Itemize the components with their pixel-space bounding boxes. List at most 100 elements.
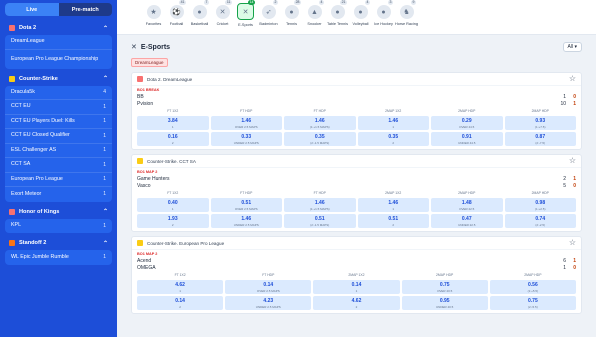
odds-button[interactable]: 0.98 (1:+2.5) <box>504 198 576 212</box>
odds-button[interactable]: 0.35 2 <box>357 132 429 146</box>
team-name: BB <box>137 93 144 100</box>
team-map-score: 1 <box>573 100 576 107</box>
section-header: ✕ E-Sports All ▾ <box>117 38 596 56</box>
odds-button[interactable]: 0.47 UNDER 22.5 <box>431 214 503 228</box>
sidebar-item-label: CCT EU Players Duel: Kills <box>11 117 75 124</box>
sidebar-item[interactable]: WL Epic Jumble Rumble 1 <box>5 250 112 265</box>
sidebar-item[interactable]: European Pro League 1 <box>5 173 112 187</box>
odds-button[interactable]: 1.46 1 <box>357 198 429 212</box>
sport-badminton[interactable]: ➶ 2 Badminton <box>257 0 280 26</box>
odds-button[interactable]: 1.93 2 <box>137 214 209 228</box>
team-row: Acend 6 1 <box>137 257 576 264</box>
sport-football[interactable]: ⚽ 41 Football <box>165 0 188 26</box>
odds-header: FT 1X2 <box>167 191 179 195</box>
odds-button[interactable]: 0.33 UNDER 2.5 MAPS <box>210 132 282 146</box>
odds-value: 4.62 <box>351 297 362 304</box>
odds-button[interactable]: 0.51 OVER 2.5 MAPS <box>210 198 282 212</box>
odds-button[interactable]: 4.62 1 <box>137 280 224 294</box>
odds-button[interactable]: 0.51 (2:-1.5 MAPS) <box>284 214 356 228</box>
chevron-up-icon[interactable]: ⌃ <box>103 25 108 32</box>
star-icon[interactable]: ☆ <box>569 239 576 247</box>
sport-tennis[interactable]: ● 28 Tennis <box>280 0 303 26</box>
odds-button[interactable]: 0.40 1 <box>137 198 209 212</box>
odds-value: 0.91 <box>461 133 472 140</box>
sport-cricket[interactable]: ✕ 11 Cricket <box>211 0 234 26</box>
odds-button[interactable]: 0.87 (2:-7.5) <box>504 132 576 146</box>
odds-button[interactable]: 0.35 (2:-1.5 MAPS) <box>284 132 356 146</box>
odds-value: 1.46 <box>388 117 399 124</box>
league-chip[interactable]: DreamLeague <box>131 57 168 67</box>
odds-value: 0.47 <box>461 215 472 222</box>
sidebar-item-count: 4 <box>103 89 106 96</box>
odds-button[interactable]: 0.75 (2:-5.5) <box>489 296 576 310</box>
odds-button[interactable]: 1.48 OVER 22.5 <box>431 198 503 212</box>
odds-selection: 2 <box>171 140 174 145</box>
sidebar-section-header[interactable]: Honor of Kings ⌃ <box>5 205 112 219</box>
star-icon[interactable]: ☆ <box>569 75 576 83</box>
odds-button[interactable]: 0.95 UNDER 40.5 <box>401 296 488 310</box>
odds-selection: 1 <box>171 206 174 211</box>
sidebar-item[interactable]: KPL 1 <box>5 219 112 234</box>
live-tab[interactable]: Live <box>5 3 59 16</box>
odds-selection: 1 <box>355 288 358 293</box>
chevron-up-icon[interactable]: ⌃ <box>103 208 108 215</box>
odds-button[interactable]: 0.14 OVER 2.5 MAPS <box>225 280 312 294</box>
odds-button[interactable]: 0.74 (2:-2.5) <box>504 214 576 228</box>
prematch-tab[interactable]: Pre-match <box>59 3 113 16</box>
sidebar-item[interactable]: CCT EU Closed Qualifier 1 <box>5 129 112 144</box>
odds-button[interactable]: 4.23 UNDER 2.5 MAPS <box>225 296 312 310</box>
sport-label: Football <box>169 22 184 26</box>
sidebar-section-header[interactable]: Standoff 2 ⌃ <box>5 236 112 250</box>
odds-button[interactable]: 4.62 2 <box>313 296 400 310</box>
sport-snooker[interactable]: ▲ 4 Snooker <box>303 0 326 26</box>
sport-count-badge: 3 <box>388 0 393 5</box>
odds-value: 4.23 <box>263 297 274 304</box>
sidebar-item[interactable]: CCT EU Players Duel: Kills 1 <box>5 115 112 129</box>
sidebar-item[interactable]: ESL Challenger AS 1 <box>5 144 112 158</box>
odds-grid: FT 1X2 FT HDP 2MAP 1X2 2MAP HDP 2MAP HDP 4.62… <box>137 273 576 310</box>
sport-e-sports[interactable]: ✕ 14 E-Sports <box>234 0 257 27</box>
odds-button[interactable]: 0.16 2 <box>137 132 209 146</box>
sport-volleyball[interactable]: ● 4 Volleyball <box>349 0 372 26</box>
odds-button[interactable]: 1.46 (1:+1.5 MAPS) <box>284 198 356 212</box>
sport-table-tennis[interactable]: ● 21 Table Tennis <box>326 0 349 26</box>
sport-ice-hockey[interactable]: ● 3 Ice Hockey <box>372 0 395 26</box>
sidebar-item[interactable]: Dracula5k 4 <box>5 86 112 100</box>
odds-button[interactable]: 0.93 (1:+7.5) <box>504 116 576 130</box>
odds-selection: (1:+1.5 MAPS) <box>309 206 330 211</box>
odds-button[interactable]: 3.84 1 <box>137 116 209 130</box>
sidebar-item[interactable]: European Pro League Championship <box>5 50 112 69</box>
sport-count-badge: 21 <box>340 0 347 5</box>
odds-button[interactable]: 0.14 2 <box>137 296 224 310</box>
odds-header: 2MAP HDP <box>531 191 549 195</box>
odds-value: 3.84 <box>167 117 178 124</box>
filter-dropdown[interactable]: All ▾ <box>562 42 582 52</box>
sidebar-section-header[interactable]: Counter-Strike ⌃ <box>5 72 112 86</box>
odds-grid: FT 1X2 FT HDP FT HDP 2MAP 1X2 2MAP HDP 2MAP H… <box>137 109 576 146</box>
odds-value: 0.35 <box>314 133 325 140</box>
sport-basketball[interactable]: ● 7 Basketball <box>188 0 211 26</box>
odds-button[interactable]: 0.51 2 <box>357 214 429 228</box>
sidebar-item[interactable]: DreamLeague <box>5 35 112 50</box>
sidebar-item[interactable]: CCT EU 1 <box>5 100 112 115</box>
odds-selection: (2:-1.5 MAPS) <box>310 140 330 145</box>
sidebar-item[interactable]: Exort Meteor 1 <box>5 187 112 202</box>
odds-button[interactable]: 0.75 OVER 40.5 <box>401 280 488 294</box>
odds-value: 0.75 <box>528 297 538 304</box>
star-icon[interactable]: ☆ <box>569 157 576 165</box>
chevron-up-icon[interactable]: ⌃ <box>103 240 108 247</box>
sidebar-item[interactable]: CCT SA 1 <box>5 158 112 173</box>
chevron-up-icon[interactable]: ⌃ <box>103 75 108 82</box>
odds-button[interactable]: 0.29 OVER 44.5 <box>431 116 503 130</box>
sport-horse-racing[interactable]: ♞ 9 Horse Racing <box>395 0 418 26</box>
odds-button[interactable]: 0.91 UNDER 44.5 <box>431 132 503 146</box>
odds-button[interactable]: 1.46 (1:+1.5 MAPS) <box>284 116 356 130</box>
match: BO1 BREAK BB 1 0 Pvision 10 1 FT 1X2 FT HDP FT HD… <box>132 86 581 149</box>
odds-button[interactable]: 1.46 UNDER 2.5 MAPS <box>210 214 282 228</box>
odds-button[interactable]: 1.46 1 <box>357 116 429 130</box>
sport-favorites[interactable]: ★ Favorites <box>142 0 165 26</box>
odds-button[interactable]: 0.56 (1:+5.5) <box>489 280 576 294</box>
odds-button[interactable]: 1.46 OVER 2.5 MAPS <box>210 116 282 130</box>
odds-button[interactable]: 0.14 1 <box>313 280 400 294</box>
sidebar-section-header[interactable]: Dota 2 ⌃ <box>5 21 112 35</box>
